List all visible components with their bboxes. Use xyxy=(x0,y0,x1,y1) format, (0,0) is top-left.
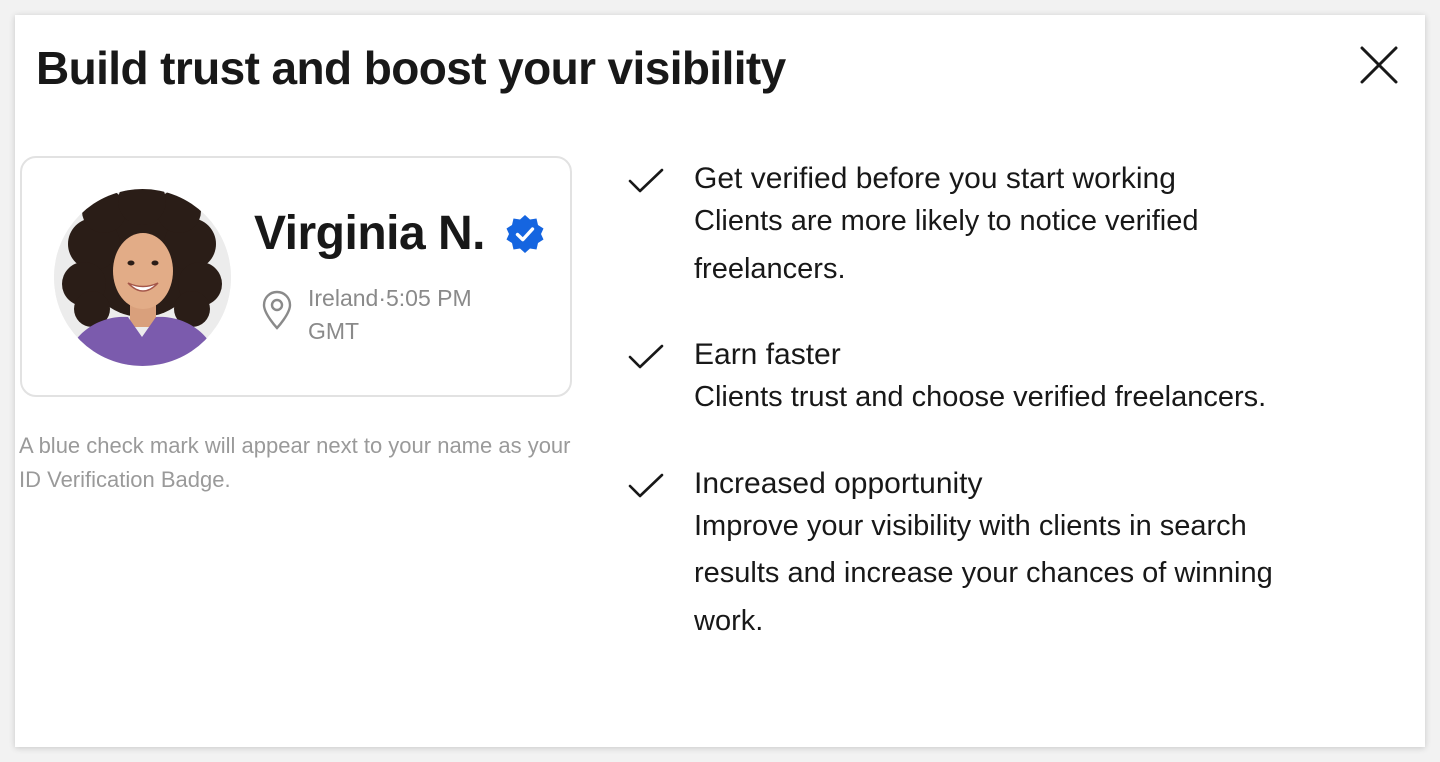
benefit-title: Increased opportunity xyxy=(694,466,983,500)
location-pin-icon xyxy=(262,290,292,330)
location-text: Ireland·5:05 PM GMT xyxy=(308,285,472,344)
benefit-item: Earn faster Clients trust and choose ver… xyxy=(628,336,1328,422)
benefit-item: Get verified before you start working Cl… xyxy=(628,160,1328,293)
badge-caption: A blue check mark will appear next to yo… xyxy=(19,433,571,492)
benefits-list: Get verified before you start working Cl… xyxy=(628,160,1328,645)
benefit-description: Clients trust and choose verified freela… xyxy=(694,381,1267,413)
close-icon xyxy=(1360,46,1398,84)
avatar xyxy=(54,189,231,366)
verified-badge-icon xyxy=(506,214,544,253)
benefit-title: Earn faster xyxy=(694,338,841,371)
checkmark-icon xyxy=(628,473,664,497)
close-button[interactable] xyxy=(1359,45,1399,85)
profile-preview-card: Virginia N. Ireland·5:05 PM GMT xyxy=(20,156,572,397)
benefit-description: Improve your visibility with clients in … xyxy=(694,509,1273,637)
checkmark-icon xyxy=(628,168,664,193)
benefit-description: Clients are more likely to notice verifi… xyxy=(694,205,1199,285)
verification-modal: Build trust and boost your visibility Vi… xyxy=(15,15,1425,747)
modal-title: Build trust and boost your visibility xyxy=(36,42,786,94)
profile-location: Ireland·5:05 PM GMT xyxy=(262,282,508,348)
checkmark-icon xyxy=(628,344,664,369)
benefit-title: Get verified before you start working xyxy=(694,162,1176,195)
benefit-item: Increased opportunity Improve your visib… xyxy=(628,465,1328,646)
profile-name: Virginia N. xyxy=(254,207,486,260)
